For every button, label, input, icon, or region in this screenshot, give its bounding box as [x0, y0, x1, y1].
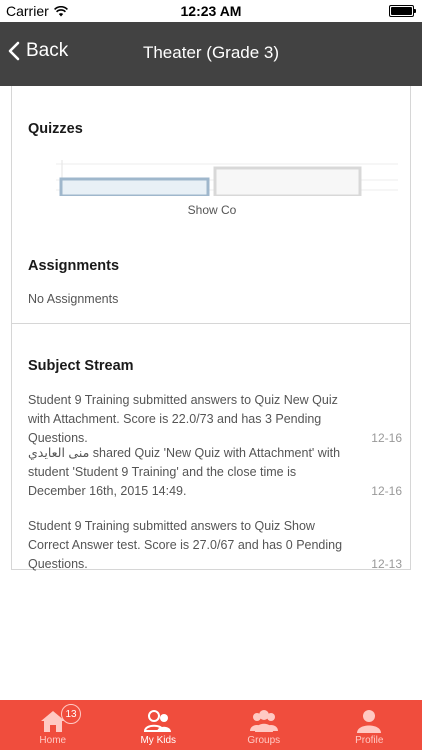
profile-icon	[357, 710, 382, 733]
section-divider	[12, 323, 410, 324]
stream-item-text: Student 9 Training submitted answers to …	[28, 519, 343, 571]
tab-label: Profile	[355, 735, 384, 746]
kids-icon	[144, 710, 172, 732]
status-bar: Carrier 12:23 AM	[0, 0, 422, 22]
tab-bar: 13 Home My Kids Groups Profile	[0, 700, 422, 750]
tab-home[interactable]: 13 Home	[0, 700, 106, 750]
stream-item-date: 12-16	[371, 484, 402, 498]
assignments-empty-text: No Assignments	[28, 292, 119, 306]
assignments-title: Assignments	[28, 258, 120, 274]
tab-label: My Kids	[140, 735, 177, 746]
tab-profile[interactable]: Profile	[317, 700, 422, 750]
notification-badge: 13	[61, 704, 81, 724]
navigation-bar: Back Theater (Grade 3)	[0, 22, 422, 86]
groups-icon	[249, 710, 278, 732]
battery-icon	[389, 5, 416, 17]
stream-item[interactable]: Student 9 Training submitted answers to …	[28, 517, 402, 574]
chart-bar[interactable]	[59, 177, 210, 196]
tab-label: Groups	[247, 735, 281, 746]
stream-title: Subject Stream	[28, 358, 134, 374]
tab-my-kids[interactable]: My Kids	[106, 700, 212, 750]
tab-label: Home	[39, 735, 67, 746]
chart-category-label: Show Co	[187, 203, 237, 217]
quizzes-title: Quizzes	[28, 121, 83, 137]
back-label: Back	[26, 40, 69, 61]
clock: 12:23 AM	[180, 3, 242, 19]
stream-item[interactable]: منى العايدي shared Quiz 'New Quiz with A…	[28, 444, 402, 501]
stream-item-text: منى العايدي shared Quiz 'New Quiz with A…	[28, 446, 341, 498]
stream-item-date: 12-13	[371, 557, 402, 571]
chevron-left-icon	[8, 41, 20, 61]
stream-item-text: Student 9 Training submitted answers to …	[28, 393, 338, 445]
back-button[interactable]: Back	[8, 40, 68, 62]
stream-item[interactable]: Student 9 Training submitted answers to …	[28, 391, 402, 448]
quizzes-chart[interactable]	[48, 160, 398, 196]
subject-card: Quizzes Show Co Assignments No Assignmen…	[11, 86, 411, 571]
tab-groups[interactable]: Groups	[211, 700, 317, 750]
chart-bar[interactable]	[213, 166, 362, 196]
